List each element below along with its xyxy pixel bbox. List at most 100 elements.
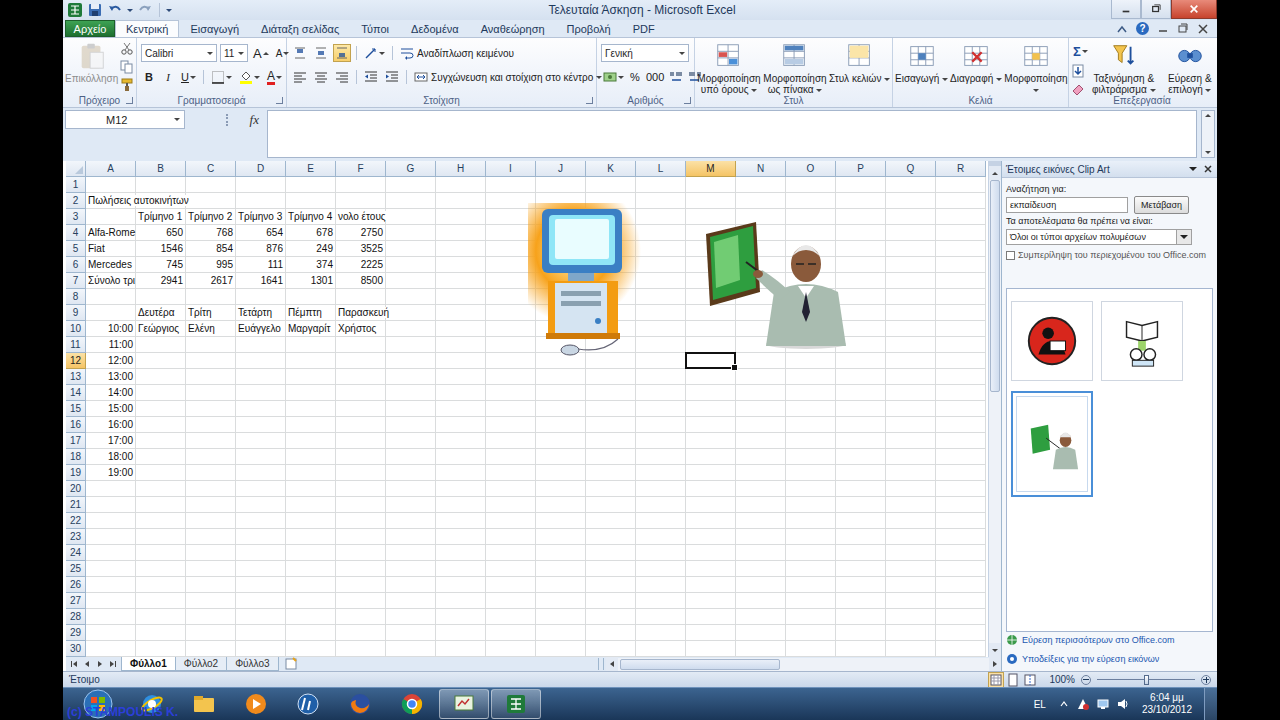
cell[interactable] [136, 353, 186, 369]
ribbon-tab[interactable]: PDF [622, 20, 666, 37]
cell[interactable] [86, 497, 136, 513]
cell[interactable] [436, 273, 486, 289]
select-all-button[interactable] [66, 161, 86, 177]
align-left-button[interactable] [291, 68, 309, 86]
cell[interactable] [836, 369, 886, 385]
cell[interactable] [886, 625, 936, 641]
cell[interactable] [786, 353, 836, 369]
cell[interactable] [936, 497, 986, 513]
column-header[interactable]: P [836, 161, 886, 177]
cell[interactable] [786, 625, 836, 641]
row-header[interactable]: 24 [66, 545, 86, 561]
result-thumbnail[interactable] [1101, 301, 1183, 381]
cell[interactable]: 111 [236, 257, 286, 273]
page-break-icon[interactable] [1023, 673, 1037, 687]
cell[interactable] [686, 177, 736, 193]
cell[interactable] [186, 481, 236, 497]
cell[interactable] [586, 529, 636, 545]
cell[interactable] [636, 241, 686, 257]
cell[interactable] [286, 481, 336, 497]
cell[interactable] [486, 401, 536, 417]
cell[interactable] [886, 481, 936, 497]
cell[interactable] [86, 209, 136, 225]
cell[interactable] [86, 177, 136, 193]
cell[interactable] [436, 481, 486, 497]
cell[interactable] [236, 593, 286, 609]
cell[interactable] [736, 385, 786, 401]
cell[interactable] [536, 625, 586, 641]
cell[interactable] [136, 465, 186, 481]
cell[interactable] [86, 561, 136, 577]
pane-menu-icon[interactable] [1189, 167, 1197, 171]
cell[interactable] [386, 497, 436, 513]
cell[interactable] [636, 625, 686, 641]
cell[interactable]: 995 [186, 257, 236, 273]
cell[interactable] [836, 577, 886, 593]
cell[interactable] [236, 545, 286, 561]
cell[interactable]: Χρήστος [336, 321, 386, 337]
thousands-button[interactable]: 000 [644, 68, 666, 86]
row-header[interactable]: 25 [66, 561, 86, 577]
cell[interactable] [586, 593, 636, 609]
cell[interactable] [636, 609, 686, 625]
cell[interactable] [936, 241, 986, 257]
cell[interactable] [936, 593, 986, 609]
row-header[interactable]: 21 [66, 497, 86, 513]
cell[interactable] [436, 609, 486, 625]
cell[interactable] [886, 513, 936, 529]
cell[interactable] [636, 305, 686, 321]
cell[interactable] [236, 529, 286, 545]
computer-clipart-icon[interactable] [528, 203, 641, 358]
cell[interactable]: 13:00 [86, 369, 136, 385]
cell[interactable] [686, 369, 736, 385]
cell[interactable] [136, 337, 186, 353]
cell[interactable] [586, 385, 636, 401]
ribbon-tab[interactable]: Τύποι [350, 20, 400, 37]
style-button[interactable]: Μορφοποίηση ως πίνακα [763, 41, 827, 95]
cell[interactable] [136, 641, 186, 657]
zoom-in-button[interactable] [1201, 675, 1211, 685]
cell[interactable]: Τετάρτη [236, 305, 286, 321]
cell[interactable] [586, 337, 636, 353]
cell[interactable] [286, 641, 336, 657]
cell[interactable] [136, 417, 186, 433]
cell[interactable] [886, 177, 936, 193]
active-cell-border[interactable] [685, 352, 736, 369]
cell[interactable] [836, 193, 886, 209]
cell[interactable] [236, 337, 286, 353]
cell[interactable] [386, 561, 436, 577]
cell[interactable] [886, 257, 936, 273]
result-thumbnail[interactable] [1011, 301, 1093, 381]
cell[interactable] [586, 625, 636, 641]
cell[interactable] [536, 529, 586, 545]
cell[interactable] [686, 433, 736, 449]
cell[interactable] [286, 289, 336, 305]
cell[interactable] [336, 609, 386, 625]
cell[interactable] [486, 513, 536, 529]
cell[interactable] [736, 609, 786, 625]
cell[interactable]: 3525 [336, 241, 386, 257]
shrink-font-button[interactable]: A [274, 44, 292, 62]
go-button[interactable]: Μετάβαση [1134, 196, 1189, 214]
cell[interactable] [436, 241, 486, 257]
cell[interactable] [236, 577, 286, 593]
cell[interactable] [436, 289, 486, 305]
cell[interactable] [936, 225, 986, 241]
cell[interactable] [536, 545, 586, 561]
cell[interactable] [186, 289, 236, 305]
autosum-button[interactable]: Σ [1071, 42, 1090, 60]
column-header[interactable]: M [686, 161, 736, 177]
excel-app-icon[interactable] [67, 2, 83, 18]
cell[interactable] [586, 177, 636, 193]
cell[interactable] [236, 417, 286, 433]
column-header[interactable]: R [936, 161, 986, 177]
column-header[interactable]: J [536, 161, 586, 177]
cell[interactable]: 768 [186, 225, 236, 241]
align-right-button[interactable] [333, 68, 351, 86]
cell[interactable] [186, 529, 236, 545]
ribbon-tab[interactable]: Διάταξη σελίδας [250, 20, 350, 37]
cell[interactable] [236, 177, 286, 193]
cell[interactable]: Μαργαρίτ [286, 321, 336, 337]
cell[interactable] [336, 481, 386, 497]
cell[interactable] [436, 305, 486, 321]
